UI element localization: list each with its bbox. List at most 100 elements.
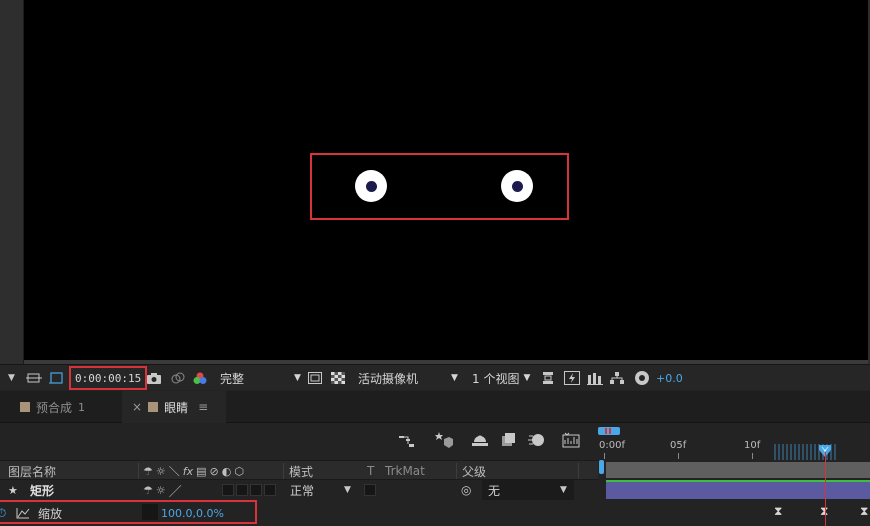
flowchart-button[interactable] [609,365,625,391]
blend-mode-value: 正常 [290,483,315,498]
column-separator [456,463,457,479]
timecode-text: 0:00:00:15 [75,371,142,385]
scale-highlight-box [0,500,257,524]
show-snapshot-button[interactable] [170,365,186,391]
switch-box[interactable] [222,484,234,496]
viewer-left-edge [0,0,24,364]
toggle-transparency-grid-button[interactable] [331,365,345,391]
viewer-toolbar: ▼ 0:00:00:15 完整 ▼ 活动摄像机 ▼ 1 个视图 ▼ +0.0 [0,364,870,390]
lightning-icon [564,371,580,385]
col-parent[interactable]: 父级 [462,461,486,481]
snapshot-button[interactable] [146,365,162,391]
work-area-start-handle[interactable] [598,427,620,435]
star-icon: ★ [8,483,18,497]
draft-3d-icon [435,432,453,448]
timeline-controls [0,424,598,460]
show-snapshot-icon [171,372,185,384]
fast-draft-button[interactable] [564,365,580,391]
resolution-dropdown[interactable]: 完整 ▼ [220,365,301,391]
header-track [598,460,870,480]
ruler-tick [678,453,679,459]
col-trkmat[interactable]: TrkMat [385,461,425,481]
pixel-aspect-button[interactable] [541,365,555,391]
time-ruler[interactable]: 0:00f 05f 10f [598,424,870,460]
keyframe-icon[interactable]: ⧗ [774,504,782,519]
timecode-display[interactable]: 0:00:00:15 [69,366,148,390]
col-layer-name[interactable]: 图层名称 [8,461,56,481]
work-area-in-point[interactable] [599,460,604,474]
switch-box [364,484,376,496]
parent-value: 无 [488,483,501,498]
comp-flowchart-button[interactable] [398,433,416,452]
switches-header: ☂ ☼ ＼ fx ▤ ⊘ ◐ ⬡ [143,461,244,481]
viewer-menu-caret[interactable]: ▼ [8,365,15,391]
exposure-value[interactable]: +0.0 [656,365,683,391]
caret-down-icon: ▼ [294,373,301,383]
region-of-interest-button[interactable] [26,365,42,391]
layer-name[interactable]: 矩形 [30,480,54,500]
graph-editor-button[interactable] [562,432,580,451]
pick-whip-icon[interactable]: ◎ [461,480,471,500]
transparency-grid-button[interactable] [49,365,65,391]
col-mode[interactable]: 模式 [289,461,313,481]
layer-row-rectangle[interactable]: ★ 矩形 ☂ ☼ ／ 正常 ▼ ◎ 无 ▼ [0,480,598,500]
checkerboard-icon [331,372,345,384]
shy-switch-icon: ☂ [143,464,153,478]
resolution-value: 完整 [220,371,245,386]
ruler-tick [752,453,753,459]
column-separator [578,463,579,479]
quality-switch-icon[interactable]: ／ [169,481,182,500]
switch-box[interactable] [236,484,248,496]
caret-down-icon: ▼ [560,485,567,495]
region-of-interest-icon [26,373,42,383]
composition-swatch [148,402,159,412]
tab-menu-icon[interactable]: ≡ [198,400,208,414]
caret-down-icon: ▼ [523,373,531,383]
work-area-marker [609,428,611,434]
draft-3d-button[interactable] [434,430,454,453]
current-time-indicator-line[interactable] [825,452,826,526]
blend-mode-dropdown[interactable]: 正常 ▼ [290,480,356,500]
collapse-switch-icon[interactable]: ☼ [156,484,166,497]
frame-blending-button[interactable] [500,432,516,451]
layer-duration-bar[interactable] [606,482,870,499]
tab-precomp[interactable]: 预合成 1 [10,391,95,423]
watermark-logo [774,444,838,460]
tab-eyes-label: 眼睛 [164,400,189,415]
fast-previews-button[interactable] [308,365,322,391]
property-track: ⧗ ⧗ ⧗ [598,500,870,526]
motion-blur-switch-icon: ⊘ [209,464,219,478]
work-area-bar[interactable] [606,462,870,478]
shy-layers-button[interactable] [471,432,489,451]
motion-blur-icon [528,434,544,446]
fast-previews-icon [308,372,322,384]
composition-canvas[interactable] [24,0,868,360]
exposure-reset-button[interactable] [634,365,650,391]
property-row-scale[interactable]: ⏱ 缩放 100.0,0.0% [0,500,598,526]
keyframe-icon[interactable]: ⧗ [860,504,868,519]
frame-blend-switch-icon: ▤ [196,464,207,478]
views-dropdown[interactable]: 1 个视图 ▼ [472,365,530,391]
camera-dropdown[interactable]: 活动摄像机 ▼ [358,365,458,391]
parent-dropdown[interactable]: 无 ▼ [482,480,574,500]
switch-box[interactable] [250,484,262,496]
shy-switch-icon[interactable]: ☂ [143,484,153,497]
ruler-label-10: 10f [744,440,761,451]
tab-eyes[interactable]: × 眼睛 ≡ [122,391,226,423]
channel-button[interactable] [192,365,208,391]
switch-box[interactable] [264,484,276,496]
motion-blur-button[interactable] [527,432,545,451]
rgb-channels-icon [193,372,207,384]
camera-value: 活动摄像机 [358,371,419,386]
tab-precomp-number: 1 [78,400,86,414]
adjustment-switch-icon: ◐ [221,464,232,478]
tab-close-icon[interactable]: × [132,400,142,414]
timeline-button[interactable] [587,365,603,391]
column-separator [138,463,139,479]
ruler-tick [604,453,605,459]
track-matte-box[interactable] [364,480,376,500]
camera-icon [147,373,161,384]
timeline-tabs: 预合成 1 × 眼睛 ≡ [0,391,870,423]
col-t[interactable]: T [367,461,374,481]
work-area-track [598,428,870,436]
